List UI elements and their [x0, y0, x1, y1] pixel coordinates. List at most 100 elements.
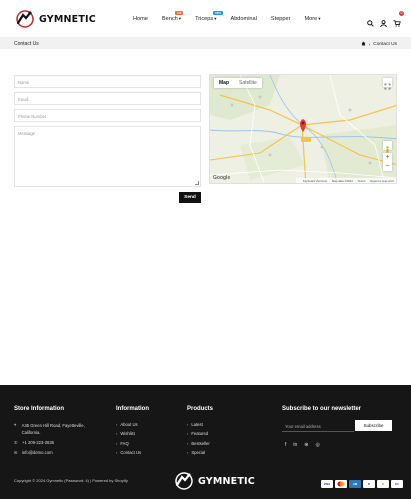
nav-item-abdominal[interactable]: Abdominal: [230, 16, 256, 22]
brand-name: GYMNETIC: [198, 475, 255, 487]
list-item[interactable]: › Bestseller: [187, 441, 210, 446]
list-item[interactable]: › FAQ: [116, 441, 141, 446]
list-item[interactable]: › Contact Us: [116, 450, 141, 455]
list-item[interactable]: › Special: [187, 450, 210, 455]
map-data-text: Map data ©2024: [332, 178, 353, 183]
subscribe-button[interactable]: Subscribe: [355, 420, 392, 431]
pinterest-icon[interactable]: ⊕: [304, 442, 308, 448]
store-email-text[interactable]: info@demo.com: [22, 450, 53, 455]
map-canvas[interactable]: [210, 75, 397, 184]
paypal-icon: P: [363, 480, 375, 488]
send-button[interactable]: Send: [179, 192, 201, 203]
nav-label: Abdominal: [230, 16, 257, 22]
list-item[interactable]: › Latest: [187, 422, 210, 427]
chevron-right-icon: ›: [368, 41, 371, 47]
new-badge: new: [213, 10, 223, 16]
nav-item-more[interactable]: More▾: [305, 16, 321, 22]
cart-count-badge: 0: [399, 11, 404, 16]
name-field[interactable]: Name: [14, 75, 201, 88]
store-email: ✉ info@demo.com: [14, 450, 99, 455]
store-phone: ✆ +1 209-223-2635: [14, 440, 99, 445]
map-terms-link[interactable]: Terms: [358, 179, 366, 183]
cart-icon[interactable]: 0: [393, 11, 404, 32]
linkedin-icon[interactable]: in: [293, 442, 297, 448]
newsletter-placeholder: Your email address: [285, 424, 321, 429]
nav-item-bench[interactable]: hot Bench▾: [161, 11, 184, 22]
visa-icon: VISA: [321, 480, 333, 488]
zoom-controls: + −: [383, 153, 392, 171]
chevron-right-icon: ›: [116, 422, 118, 427]
nav-item-triceps[interactable]: new Triceps▾: [195, 11, 223, 22]
map-attribution: Keyboard shortcuts Map data ©2024 Terms …: [295, 178, 396, 183]
list-item[interactable]: › Wishlist: [116, 431, 141, 436]
footer-link[interactable]: Wishlist: [120, 431, 134, 436]
breadcrumb-current: Contact Us: [373, 41, 397, 47]
copyright-text: Copyright © 2024 Gymnetic (Password: 4) …: [14, 478, 128, 483]
brand-logo[interactable]: GYMNETIC: [13, 9, 96, 29]
logo-mark-icon: [175, 472, 193, 490]
map-report-link[interactable]: Report a map error: [370, 179, 394, 183]
store-phone-text[interactable]: +1 209-223-2635: [22, 440, 54, 445]
street-view-icon[interactable]: [383, 141, 392, 153]
map-shortcuts-link[interactable]: Keyboard shortcuts: [303, 179, 327, 183]
nav-item-home[interactable]: Home: [133, 16, 148, 22]
chevron-down-icon: ▾: [178, 16, 182, 21]
map-type-tabs: Map Satellite: [214, 78, 262, 88]
google-map[interactable]: Map Satellite + − Google Keyboard shortc…: [209, 74, 397, 184]
mastercard-icon: [335, 480, 347, 488]
chevron-down-icon: ▾: [318, 16, 321, 21]
email-field[interactable]: Email: [14, 92, 201, 105]
mail-icon: ✉: [14, 449, 18, 455]
footer-link[interactable]: Contact Us: [120, 450, 141, 455]
site-header: GYMNETIC Home hot Bench▾ new Triceps▾ Ab…: [0, 0, 411, 37]
list-item[interactable]: › Featured: [187, 431, 210, 436]
store-info-list: ⌖ A35 Green Hill Road, Fayetteville, Cal…: [14, 422, 99, 459]
facebook-icon[interactable]: f: [285, 442, 286, 448]
nav-label: Home: [133, 16, 148, 22]
tab-satellite[interactable]: Satellite: [234, 78, 262, 88]
nav-label: More: [304, 16, 318, 22]
main-nav: Home hot Bench▾ new Triceps▾ Abdominal S…: [133, 11, 335, 22]
zoom-out-button[interactable]: −: [383, 162, 392, 171]
newsletter-email-input[interactable]: Your email address: [282, 421, 354, 432]
user-icon[interactable]: [380, 14, 387, 32]
email-placeholder: Email: [18, 97, 29, 102]
chevron-right-icon: ›: [116, 449, 118, 455]
message-field[interactable]: Message: [14, 126, 201, 187]
footer-logo[interactable]: GYMNETIC: [172, 471, 255, 491]
list-item[interactable]: › About Us: [116, 422, 141, 427]
search-icon[interactable]: [367, 14, 374, 32]
chevron-right-icon: ›: [116, 440, 118, 446]
footer-link[interactable]: FAQ: [120, 441, 128, 446]
products-list: › Latest › Featured › Bestseller › Special: [187, 422, 210, 459]
brand-name: GYMNETIC: [39, 13, 96, 25]
footer-link[interactable]: Featured: [191, 431, 208, 436]
newsletter-heading: Subscribe to our newsletter: [282, 406, 362, 412]
social-links: f in ⊕ ◎: [285, 442, 327, 448]
fullscreen-icon[interactable]: [383, 78, 392, 90]
home-icon[interactable]: [361, 41, 366, 48]
instagram-icon[interactable]: ◎: [316, 442, 320, 448]
nav-item-stepper[interactable]: Stepper: [271, 16, 291, 22]
header-icons: 0: [361, 11, 404, 32]
resize-handle[interactable]: [195, 181, 199, 185]
footer-link[interactable]: About Us: [120, 422, 137, 427]
products-heading: Products: [187, 406, 214, 412]
tab-map[interactable]: Map: [214, 78, 234, 88]
discover-icon: D: [377, 480, 389, 488]
chevron-right-icon: ›: [187, 440, 189, 446]
amex-icon: AM: [349, 480, 361, 488]
page-title: Contact Us: [14, 40, 39, 47]
information-heading: Information: [116, 406, 149, 412]
nav-label: Bench: [161, 16, 178, 22]
footer-link[interactable]: Bestseller: [191, 441, 209, 446]
footer-link[interactable]: Latest: [191, 422, 202, 427]
phone-field[interactable]: Phone Number: [14, 109, 201, 122]
chevron-right-icon: ›: [187, 422, 189, 427]
message-placeholder: Message: [18, 131, 35, 136]
footer-link[interactable]: Special: [191, 450, 205, 455]
site-footer: Store Information ⌖ A35 Green Hill Road,…: [0, 385, 411, 499]
breadcrumb: Contact Us › Contact Us: [0, 37, 411, 49]
chevron-right-icon: ›: [187, 449, 189, 455]
zoom-in-button[interactable]: +: [383, 153, 392, 162]
